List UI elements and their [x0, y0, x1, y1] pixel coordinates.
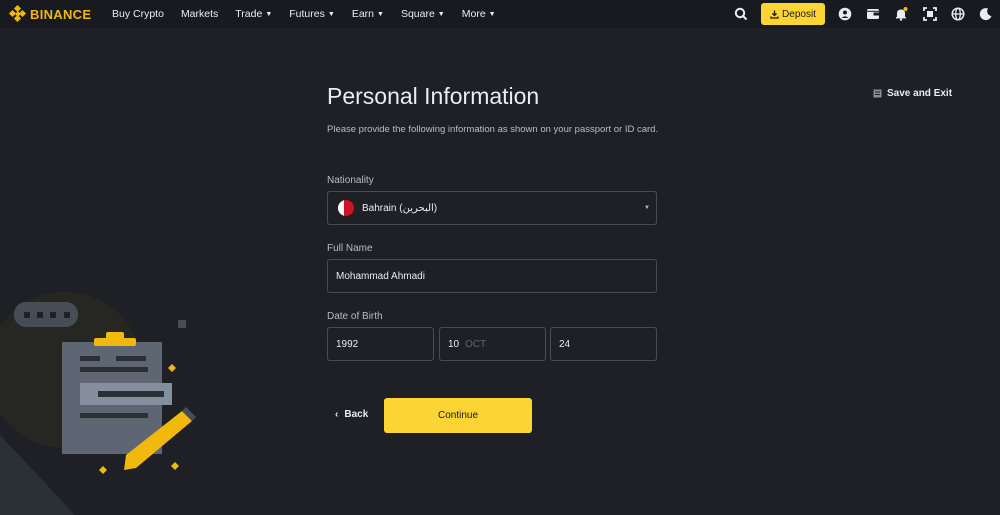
page-description: Please provide the following information…	[327, 124, 659, 135]
nationality-select[interactable]: Bahrain (البحرين) ▼	[327, 191, 657, 225]
nationality-label: Nationality	[327, 175, 374, 186]
chevron-down-icon: ▼	[377, 10, 384, 18]
chevron-down-icon: ▼	[327, 10, 335, 18]
nav-label: Trade	[235, 8, 263, 20]
dob-day-value: 24	[559, 338, 571, 350]
nav-buy-crypto[interactable]: Buy Crypto	[112, 8, 164, 20]
back-label: Back	[344, 409, 369, 420]
binance-logo-icon	[8, 4, 27, 23]
nav-earn[interactable]: Earn ▼	[352, 8, 384, 20]
dob-month-input[interactable]: 10 OCT	[439, 327, 546, 361]
nav-futures[interactable]: Futures ▼	[289, 8, 335, 20]
bell-icon[interactable]	[894, 7, 908, 21]
moon-icon[interactable]	[979, 7, 993, 21]
nav-label: Earn	[351, 8, 374, 20]
dob-month-number: 10	[448, 338, 460, 350]
dob-label: Date of Birth	[327, 311, 383, 322]
chevron-down-icon: ▼	[488, 10, 496, 18]
full-name-value: Mohammad Ahmadi	[336, 270, 425, 282]
save-and-exit-button[interactable]: Save and Exit	[873, 88, 952, 99]
dob-month-name: OCT	[465, 338, 487, 350]
nav-more[interactable]: More ▼	[462, 8, 496, 20]
full-name-input[interactable]: Mohammad Ahmadi	[327, 259, 657, 293]
chevron-down-icon: ▼	[437, 10, 445, 18]
brand-name: BINANCE	[30, 6, 92, 22]
nav-square[interactable]: Square ▼	[401, 8, 445, 20]
dropdown-caret-icon: ▼	[644, 205, 650, 211]
nav-label: Markets	[180, 8, 219, 20]
nationality-value: Bahrain (البحرين)	[362, 202, 438, 214]
save-and-exit-label: Save and Exit	[887, 88, 953, 99]
globe-icon[interactable]	[951, 7, 965, 21]
nav-label: Buy Crypto	[112, 8, 164, 20]
nav-label: More	[461, 8, 486, 20]
dob-year-input[interactable]: 1992	[327, 327, 434, 361]
kyc-illustration	[0, 292, 196, 515]
page-title: Personal Information	[327, 83, 540, 109]
search-icon[interactable]	[734, 7, 748, 21]
binance-logo[interactable]: BINANCE	[8, 4, 92, 23]
bahrain-flag-icon	[338, 200, 354, 216]
chevron-down-icon: ▼	[265, 10, 273, 18]
top-navbar: BINANCE Buy Crypto Markets Trade ▼ Future…	[0, 0, 1000, 28]
dob-day-input[interactable]: 24	[550, 327, 657, 361]
download-icon	[770, 10, 779, 19]
continue-button[interactable]: Continue	[384, 398, 532, 433]
chevron-left-icon: ‹	[335, 409, 339, 420]
document-icon	[873, 89, 882, 98]
back-button[interactable]: ‹ Back	[335, 409, 368, 420]
continue-label: Continue	[437, 410, 479, 421]
full-name-label: Full Name	[327, 243, 373, 254]
nav-markets[interactable]: Markets	[181, 8, 218, 20]
nav-trade[interactable]: Trade ▼	[235, 8, 272, 20]
nav-label: Futures	[289, 8, 325, 20]
wallet-icon[interactable]	[866, 7, 880, 21]
dob-year-value: 1992	[336, 338, 359, 350]
deposit-label: Deposit	[782, 8, 816, 20]
deposit-button[interactable]: Deposit	[761, 3, 825, 25]
main-nav: Buy Crypto Markets Trade ▼ Futures ▼ Earn ▼…	[112, 8, 513, 20]
nav-label: Square	[400, 8, 435, 20]
qr-scan-icon[interactable]	[923, 7, 937, 21]
user-icon[interactable]	[838, 7, 852, 21]
